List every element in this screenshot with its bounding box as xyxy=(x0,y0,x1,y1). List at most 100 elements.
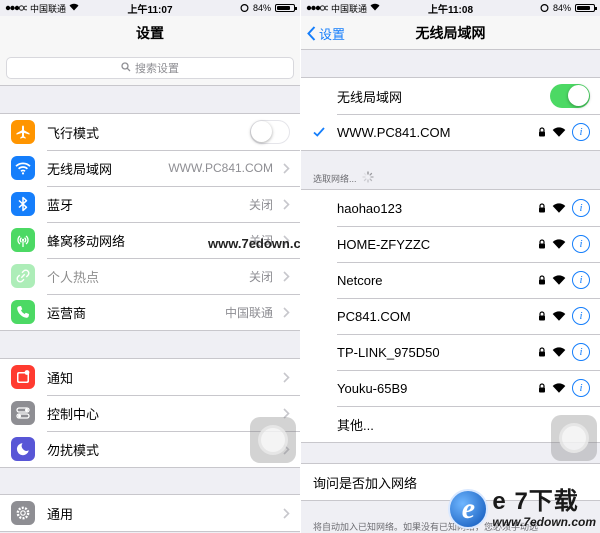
moon-icon xyxy=(11,437,35,461)
phone-icon xyxy=(11,300,35,324)
choose-network-label: 选取网络... xyxy=(313,173,357,184)
alarm-icon xyxy=(240,3,249,14)
chevron-right-icon xyxy=(279,198,293,210)
network-name: HOME-ZFYZZC xyxy=(337,236,431,252)
wifi-icon xyxy=(11,156,35,180)
battery-icon xyxy=(275,4,297,12)
chevron-right-icon xyxy=(279,270,293,282)
battery-percent: 84% xyxy=(552,3,571,13)
alarm-icon xyxy=(540,3,549,14)
network-row[interactable]: Netcore i xyxy=(301,262,600,298)
carrier-row[interactable]: 运营商 中国联通 xyxy=(0,294,300,330)
connected-network-name: WWW.PC841.COM xyxy=(337,124,451,140)
battery-icon xyxy=(575,4,597,12)
wifi-signal-icon xyxy=(552,273,566,288)
lock-icon xyxy=(538,381,546,396)
network-name: PC841.COM xyxy=(337,308,411,324)
carrier-name: 中国联通 xyxy=(331,3,368,14)
cellular-label: 蜂窝移动网络 xyxy=(47,233,126,249)
network-row[interactable]: PC841.COM i xyxy=(301,298,600,334)
network-name: TP-LINK_975D50 xyxy=(337,344,440,360)
wifi-signal-icon xyxy=(552,201,566,216)
lock-icon xyxy=(538,309,546,324)
wifi-toggle[interactable] xyxy=(550,84,590,108)
logo-e-icon: e xyxy=(448,489,489,529)
search-icon xyxy=(121,61,131,75)
info-icon[interactable]: i xyxy=(572,123,590,141)
cellular-value: 关闭 xyxy=(248,233,273,248)
signal-icon xyxy=(306,3,330,13)
info-icon[interactable]: i xyxy=(572,271,590,289)
bluetooth-icon xyxy=(11,192,35,216)
carrier-name: 中国联通 xyxy=(30,3,67,14)
control-center-label: 控制中心 xyxy=(47,406,100,422)
network-row[interactable]: TP-LINK_975D50 i xyxy=(301,334,600,370)
wifi-signal-icon xyxy=(552,381,566,396)
info-icon[interactable]: i xyxy=(572,343,590,361)
chevron-right-icon xyxy=(279,234,293,246)
chevron-right-icon xyxy=(279,507,293,519)
page-title: 无线局域网 xyxy=(415,24,486,41)
info-icon[interactable]: i xyxy=(572,199,590,217)
info-icon[interactable]: i xyxy=(572,307,590,325)
do-not-disturb-label: 勿扰模式 xyxy=(47,442,100,458)
choose-network-header: 选取网络... xyxy=(313,171,374,185)
bluetooth-value: 关闭 xyxy=(248,197,273,212)
settings-screen: 中国联通 上午11:07 84% 设置 搜索设置 飞行模式 无线局域网 WWW.… xyxy=(0,0,300,533)
site-watermark: e e 7下载 www.7edown.com xyxy=(448,489,596,529)
chevron-left-icon xyxy=(307,25,316,41)
airplane-icon xyxy=(11,120,35,144)
hotspot-icon xyxy=(11,264,35,288)
back-label: 设置 xyxy=(319,26,346,42)
assistive-touch-button[interactable] xyxy=(250,417,296,463)
lock-icon xyxy=(538,125,546,140)
carrier-label: 运营商 xyxy=(47,305,87,321)
search-input[interactable]: 搜索设置 xyxy=(6,57,294,79)
wifi-signal-icon xyxy=(552,125,566,140)
notifications-row[interactable]: 通知 xyxy=(0,359,300,395)
network-row[interactable]: HOME-ZFYZZC i xyxy=(301,226,600,262)
wifi-status-icon xyxy=(370,3,380,13)
cellular-icon xyxy=(11,228,35,252)
chevron-right-icon xyxy=(279,306,293,318)
wifi-signal-icon xyxy=(552,309,566,324)
control-center-icon xyxy=(11,401,35,425)
hotspot-row[interactable]: 个人热点 关闭 xyxy=(0,258,300,294)
network-name: Youku-65B9 xyxy=(337,380,408,396)
bluetooth-row[interactable]: 蓝牙 关闭 xyxy=(0,186,300,222)
network-row[interactable]: haohao123 i xyxy=(301,190,600,226)
network-row[interactable]: Youku-65B9 i xyxy=(301,370,600,406)
connected-network-row[interactable]: WWW.PC841.COM i xyxy=(301,114,600,150)
general-label: 通用 xyxy=(47,506,74,522)
wifi-main-group: 无线局域网 WWW.PC841.COM i xyxy=(301,77,600,151)
assistive-touch-button[interactable] xyxy=(551,415,597,461)
wifi-toggle-row: 无线局域网 xyxy=(301,78,600,114)
watermark-url: www.7edown.com xyxy=(492,515,596,529)
chevron-right-icon xyxy=(279,162,293,174)
signal-icon xyxy=(5,3,29,13)
search-area: 搜索设置 xyxy=(0,50,300,86)
network-name: haohao123 xyxy=(337,200,403,216)
back-button[interactable]: 设置 xyxy=(307,16,345,50)
airplane-mode-toggle[interactable] xyxy=(250,120,290,144)
lock-icon xyxy=(538,201,546,216)
wifi-toggle-label: 无线局域网 xyxy=(337,89,403,105)
wifi-signal-icon xyxy=(552,237,566,252)
bluetooth-label: 蓝牙 xyxy=(47,197,74,213)
status-bar: 中国联通 上午11:08 84% xyxy=(301,0,600,16)
wifi-status-icon xyxy=(69,3,79,13)
wifi-row[interactable]: 无线局域网 WWW.PC841.COM xyxy=(0,150,300,186)
chevron-right-icon xyxy=(279,371,293,383)
general-row[interactable]: 通用 xyxy=(0,495,300,531)
cellular-row[interactable]: 蜂窝移动网络 关闭 xyxy=(0,222,300,258)
network-name: Netcore xyxy=(337,272,383,288)
navigation-bar: 设置 无线局域网 xyxy=(301,16,600,50)
info-icon[interactable]: i xyxy=(572,379,590,397)
wifi-screen: 中国联通 上午11:08 84% 设置 无线局域网 无线局域网 WWW.PC84… xyxy=(301,0,600,533)
network-list: haohao123 i HOME-ZFYZZC i Netcore i PC841.COM i… xyxy=(301,189,600,443)
page-title: 设置 xyxy=(136,25,164,41)
info-icon[interactable]: i xyxy=(572,235,590,253)
carrier-value: 中国联通 xyxy=(224,305,273,320)
gear-icon xyxy=(11,501,35,525)
lock-icon xyxy=(538,237,546,252)
